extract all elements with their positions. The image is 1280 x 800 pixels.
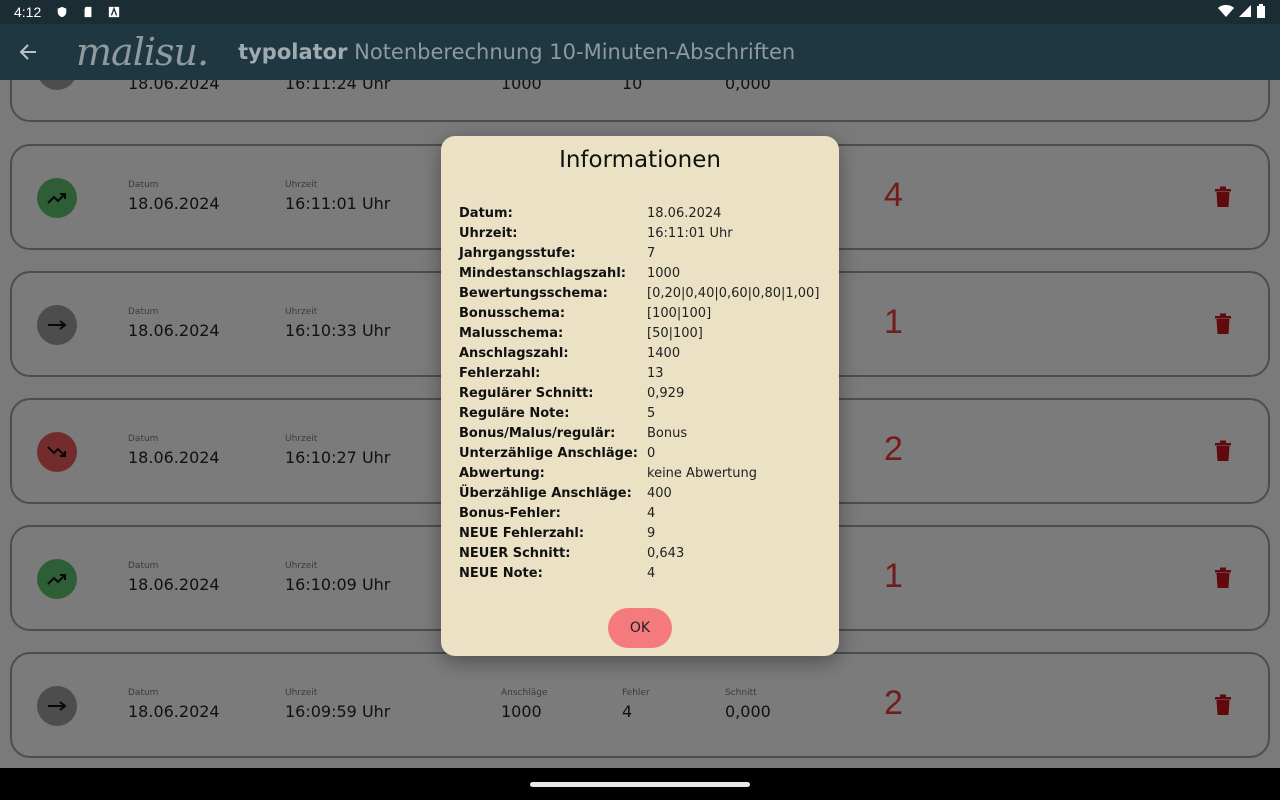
info-value: keine Abwertung (647, 465, 757, 481)
status-icons (1218, 4, 1266, 18)
info-value: 18.06.2024 (647, 205, 722, 221)
battery-icon (1257, 4, 1265, 18)
info-row: Mindestanschlagszahl: 1000 (459, 263, 829, 283)
info-label: Abwertung: (459, 465, 545, 481)
info-row: Unterzählige Anschläge: 0 (459, 443, 829, 463)
dialog-title: Informationen (559, 147, 721, 173)
info-value: [100|100] (647, 305, 712, 321)
app-title-rest: Notenberechnung 10-Minuten-Abschriften (354, 40, 796, 64)
info-label: Bonusschema: (459, 305, 566, 321)
shield-icon (57, 6, 67, 18)
info-row: Regulärer Schnitt: 0,929 (459, 383, 829, 403)
info-value: 400 (647, 485, 672, 501)
info-label: Uhrzeit: (459, 225, 518, 241)
info-row: NEUE Note: 4 (459, 563, 829, 583)
info-dialog: Informationen Datum: 18.06.2024 Uhrzeit: 16… (441, 136, 839, 656)
info-value: 16:11:01 Uhr (647, 225, 733, 241)
info-label: Malusschema: (459, 325, 564, 341)
info-label: Bonus-Fehler: (459, 505, 561, 521)
info-value: 0,643 (647, 545, 685, 561)
info-row: NEUE Fehlerzahl: 9 (459, 523, 829, 543)
info-label: Fehlerzahl: (459, 365, 541, 381)
info-row: Abwertung: keine Abwertung (459, 463, 829, 483)
sd-card-icon (84, 6, 92, 18)
signal-icon (1239, 5, 1251, 17)
info-value: [50|100] (647, 325, 703, 341)
info-row: Anschlagszahl: 1400 (459, 343, 829, 363)
info-value: 7 (647, 245, 656, 261)
info-row: Datum: 18.06.2024 (459, 203, 829, 223)
info-value: Bonus (647, 425, 688, 441)
info-label: Anschlagszahl: (459, 345, 569, 361)
app-bar: malisu. typolator Notenberechnung 10-Min… (0, 24, 1280, 80)
info-row: Überzählige Anschläge: 400 (459, 483, 829, 503)
info-row: Bonusschema: [100|100] (459, 303, 829, 323)
info-value: 1400 (647, 345, 681, 361)
info-row: Fehlerzahl: 13 (459, 363, 829, 383)
info-label: NEUE Fehlerzahl: (459, 525, 585, 541)
info-label: NEUER Schnitt: (459, 545, 571, 561)
info-label: Überzählige Anschläge: (459, 485, 632, 501)
info-value: 0 (647, 445, 656, 461)
font-icon (109, 6, 120, 18)
info-table: Datum: 18.06.2024 Uhrzeit: 16:11:01 Uhr Jahr… (459, 203, 829, 583)
info-row: Jahrgangsstufe: 7 (459, 243, 829, 263)
info-label: Datum: (459, 205, 513, 221)
info-row: Malusschema: [50|100] (459, 323, 829, 343)
info-row: NEUER Schnitt: 0,643 (459, 543, 829, 563)
app-title-bold: typolator (238, 40, 348, 64)
app-title: typolator Notenberechnung 10-Minuten-Abs… (238, 40, 795, 64)
info-label: Regulärer Schnitt: (459, 385, 594, 401)
info-label: Bonus/Malus/regulär: (459, 425, 616, 441)
status-bar: 4:12 (0, 0, 1280, 24)
navigation-bar (0, 768, 1280, 800)
info-row: Reguläre Note: 5 (459, 403, 829, 423)
info-label: Bewertungsschema: (459, 285, 608, 301)
info-row: Bewertungsschema: [0,20|0,40|0,60|0,80|1,… (459, 283, 829, 303)
info-value: 4 (647, 505, 656, 521)
info-value: [0,20|0,40|0,60|0,80|1,00] (647, 285, 820, 301)
back-button[interactable] (0, 24, 56, 80)
home-gesture-handle[interactable] (530, 782, 750, 787)
info-value: 9 (647, 525, 656, 541)
wifi-icon (1218, 5, 1234, 17)
info-value: 0,929 (647, 385, 685, 401)
arrow-back-icon (19, 44, 36, 60)
info-value: 4 (647, 565, 656, 581)
info-value: 5 (647, 405, 656, 421)
info-row: Uhrzeit: 16:11:01 Uhr (459, 223, 829, 243)
info-label: Mindestanschlagszahl: (459, 265, 626, 281)
info-label: NEUE Note: (459, 565, 543, 581)
info-label: Jahrgangsstufe: (459, 245, 576, 261)
info-row: Bonus/Malus/regulär: Bonus (459, 423, 829, 443)
info-label: Reguläre Note: (459, 405, 570, 421)
info-row: Bonus-Fehler: 4 (459, 503, 829, 523)
info-value: 13 (647, 365, 664, 381)
status-time: 4:12 (14, 4, 42, 20)
ok-button[interactable]: OK (608, 608, 672, 648)
info-value: 1000 (647, 265, 681, 281)
info-label: Unterzählige Anschläge: (459, 445, 638, 461)
app-logo: malisu. (76, 30, 209, 74)
